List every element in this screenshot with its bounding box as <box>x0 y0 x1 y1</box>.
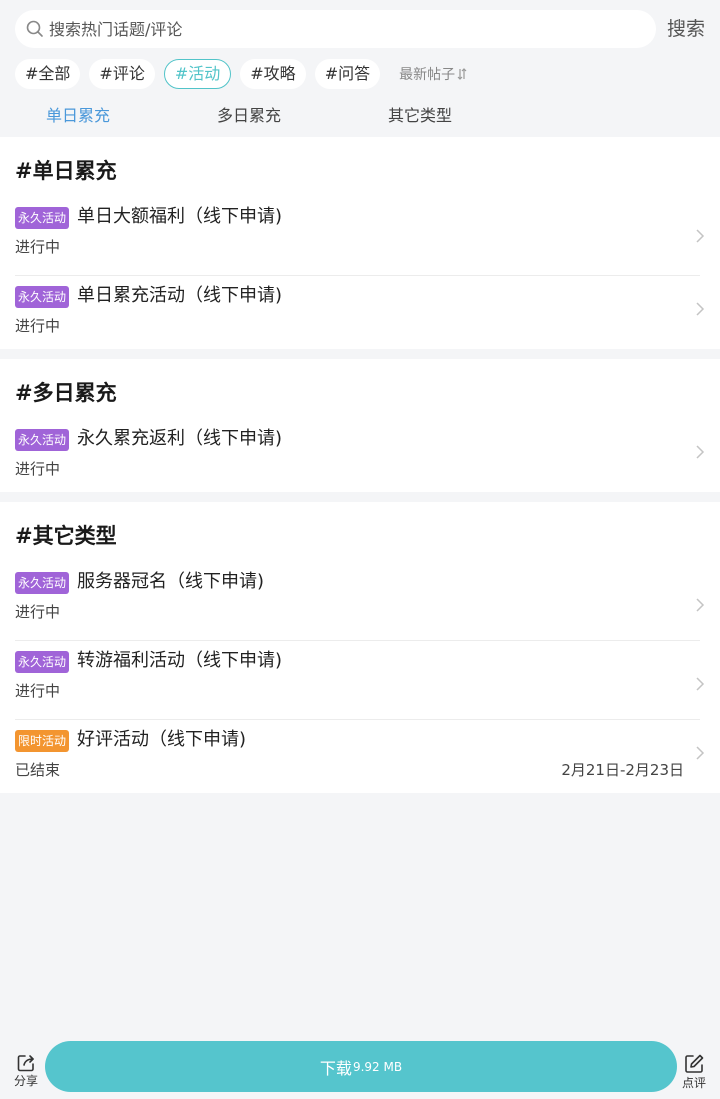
list-item[interactable]: 永久活动 单日大额福利（线下申请) 进行中 <box>0 197 720 276</box>
review-button[interactable]: 点评 <box>676 1053 712 1091</box>
review-label: 点评 <box>681 1076 706 1090</box>
status-badge: 永久活动 <box>15 572 70 594</box>
item-status: 进行中 <box>15 317 61 335</box>
item-title: 永久累充返利（线下申请) <box>77 428 283 449</box>
list-item[interactable]: 永久活动 永久累充返利（线下申请) 进行中 <box>0 419 720 492</box>
search-button[interactable]: 搜索 <box>667 16 705 42</box>
download-size: 9.92 MB <box>352 1059 403 1074</box>
item-title: 单日大额福利（线下申请) <box>77 206 283 227</box>
item-title: 好评活动（线下申请) <box>77 729 247 750</box>
share-icon <box>17 1055 34 1072</box>
chevron-right-icon <box>696 445 705 459</box>
share-label: 分享 <box>13 1074 38 1088</box>
tab-other-types[interactable]: 其它类型 <box>388 103 452 129</box>
search-input[interactable] <box>47 10 631 48</box>
item-date: 2月21日-2月23日 <box>561 761 684 779</box>
chevron-right-icon <box>696 302 705 316</box>
search-icon <box>26 20 43 37</box>
sort-icon <box>457 68 467 80</box>
item-status: 进行中 <box>15 238 61 256</box>
chevron-right-icon <box>696 677 705 691</box>
status-badge: 永久活动 <box>15 429 70 451</box>
section-single-day: #单日累充 永久活动 单日大额福利（线下申请) 进行中 永久活动 单日累充活动（… <box>0 137 720 349</box>
sort-label: 最新帖子 <box>399 67 456 83</box>
download-label: 下载 <box>319 1058 352 1078</box>
tag-events[interactable]: #活动 <box>163 59 232 89</box>
edit-icon <box>685 1054 704 1073</box>
item-status: 进行中 <box>15 603 61 621</box>
tab-multi-day-recharge[interactable]: 多日累充 <box>217 103 281 129</box>
category-tabs: 单日累充 多日累充 其它类型 <box>0 103 720 129</box>
list-item[interactable]: 永久活动 服务器冠名（线下申请) 进行中 <box>0 562 720 641</box>
bottom-bar: 分享 下载 9.92 MB 点评 <box>0 1037 720 1099</box>
list-item[interactable]: 限时活动 好评活动（线下申请) 已结束 2月21日-2月23日 <box>0 720 720 793</box>
status-badge: 限时活动 <box>15 730 70 752</box>
chevron-right-icon <box>696 746 705 760</box>
list-item[interactable]: 永久活动 转游福利活动（线下申请) 进行中 <box>0 641 720 720</box>
status-badge: 永久活动 <box>15 651 70 673</box>
item-status: 进行中 <box>15 460 61 478</box>
item-title: 服务器冠名（线下申请) <box>77 571 265 592</box>
section-other: #其它类型 永久活动 服务器冠名（线下申请) 进行中 永久活动 转游福利活动（线… <box>0 502 720 793</box>
share-button[interactable]: 分享 <box>8 1053 44 1089</box>
item-title: 单日累充活动（线下申请) <box>77 285 283 306</box>
section-multi-day: #多日累充 永久活动 永久累充返利（线下申请) 进行中 <box>0 359 720 492</box>
chevron-right-icon <box>696 229 705 243</box>
tag-guides[interactable]: #攻略 <box>240 59 306 89</box>
list-item[interactable]: 永久活动 单日累充活动（线下申请) 进行中 <box>0 276 720 349</box>
tag-qa[interactable]: #问答 <box>314 59 381 89</box>
tag-comments[interactable]: #评论 <box>89 59 155 89</box>
sort-dropdown[interactable]: 最新帖子 <box>399 64 467 84</box>
section-title: #单日累充 <box>15 159 117 183</box>
status-badge: 永久活动 <box>15 207 70 229</box>
section-title: #多日累充 <box>15 381 117 405</box>
item-title: 转游福利活动（线下申请) <box>77 650 283 671</box>
item-status: 进行中 <box>15 682 61 700</box>
chevron-right-icon <box>696 598 705 612</box>
section-title: #其它类型 <box>15 524 117 548</box>
tag-all[interactable]: #全部 <box>15 59 81 89</box>
status-badge: 永久活动 <box>15 286 70 308</box>
tab-single-day-recharge[interactable]: 单日累充 <box>46 103 110 129</box>
item-status: 已结束 <box>15 761 61 779</box>
top-bar: 搜索 #全部 #评论 #活动 #攻略 #问答 最新帖子 单日累充 多日累充 其它… <box>0 0 720 137</box>
tag-filter-bar: #全部 #评论 #活动 #攻略 #问答 最新帖子 <box>15 59 467 89</box>
download-button[interactable]: 下载 9.92 MB <box>45 1041 677 1092</box>
search-box[interactable] <box>15 10 656 48</box>
